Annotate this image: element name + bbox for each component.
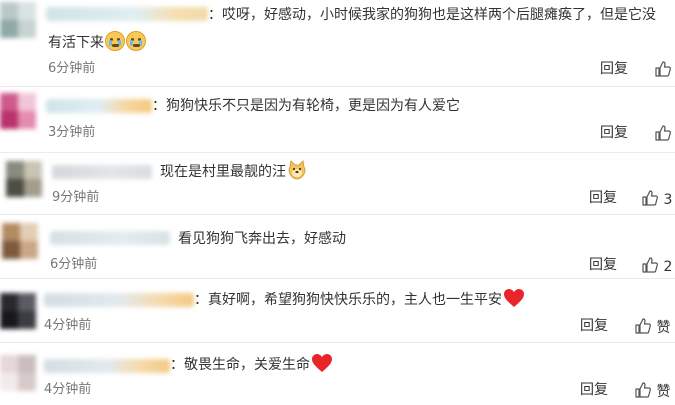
reply-button[interactable]: 回复 <box>580 318 608 334</box>
like-label: 赞 <box>656 320 671 336</box>
comment-text: ：哎呀，好感动，小时候我家的狗狗也是这样两个后腿瘫痪了，但是它没 <box>208 2 656 28</box>
comment-text-line: ：真好啊，希望狗狗快快乐乐的，主人也一生平安 <box>194 292 502 308</box>
timestamp: 4分钟前 <box>44 382 92 397</box>
like-button[interactable]: 2 <box>641 256 672 275</box>
comment-text: ：真好啊，希望狗狗快快乐乐的，主人也一生平安 <box>194 287 525 313</box>
avatar[interactable] <box>2 223 38 259</box>
avatar[interactable] <box>0 93 36 129</box>
comment-item: ：真好啊，希望狗狗快快乐乐的，主人也一生平安 4分钟前 回复 赞 <box>0 279 675 341</box>
doge-icon <box>288 160 306 180</box>
comment-text-line: 现在是村里最靓的汪 <box>160 164 286 180</box>
comment-text-line: ：哎呀，好感动，小时候我家的狗狗也是这样两个后腿瘫痪了，但是它没 <box>208 7 656 23</box>
reply-button[interactable]: 回复 <box>589 257 617 273</box>
comment-text: 看见狗狗飞奔出去，好感动 <box>178 226 346 252</box>
like-button[interactable]: 赞 <box>634 381 670 400</box>
comment-item: ：敬畏生命，关爱生命 4分钟前 回复 赞 <box>0 343 675 405</box>
comment-text-line: ：敬畏生命，关爱生命 <box>170 357 310 373</box>
timestamp: 3分钟前 <box>48 125 96 140</box>
reply-button[interactable]: 回复 <box>589 190 617 206</box>
timestamp: 6分钟前 <box>50 257 98 272</box>
thumbs-up-icon <box>635 382 651 398</box>
like-count: 2 <box>663 259 673 275</box>
crying-face-icon <box>105 31 125 51</box>
username-blurred[interactable] <box>46 99 152 113</box>
thumbs-up-icon <box>655 61 671 77</box>
comment-text: ：狗狗快乐不只是因为有轮椅，更是因为有人爱它 <box>152 93 460 119</box>
comment-text-line: 看见狗狗飞奔出去，好感动 <box>178 231 346 247</box>
like-label: 赞 <box>656 384 671 400</box>
comment-item: ：狗狗快乐不只是因为有轮椅，更是因为有人爱它 3分钟前 回复 <box>0 87 675 151</box>
username-blurred[interactable] <box>44 293 194 307</box>
reply-button[interactable]: 回复 <box>600 61 628 77</box>
thumbs-up-icon <box>635 318 651 334</box>
avatar[interactable] <box>0 355 36 391</box>
comment-item: 看见狗狗飞奔出去，好感动 6分钟前 回复 2 <box>0 215 675 277</box>
like-button[interactable]: 赞 <box>634 317 670 336</box>
avatar[interactable] <box>0 293 36 329</box>
like-button[interactable] <box>654 60 672 79</box>
like-button[interactable] <box>654 124 672 143</box>
comment-text-line: ：狗狗快乐不只是因为有轮椅，更是因为有人爱它 <box>152 98 460 114</box>
username-blurred[interactable] <box>44 359 170 373</box>
thumbs-up-icon <box>642 257 658 273</box>
like-button[interactable]: 3 <box>641 189 672 208</box>
avatar[interactable] <box>0 2 36 38</box>
timestamp: 4分钟前 <box>44 318 92 333</box>
heart-icon <box>504 289 524 307</box>
comment-item: 现在是村里最靓的汪 9分钟前 回复 3 <box>0 153 675 213</box>
comment-item: ：哎呀，好感动，小时候我家的狗狗也是这样两个后腿瘫痪了，但是它没 有活下来 6分… <box>0 0 675 86</box>
username-blurred[interactable] <box>52 165 152 179</box>
like-count: 3 <box>663 192 673 208</box>
thumbs-up-icon <box>655 125 671 141</box>
comment-text: ：敬畏生命，关爱生命 <box>170 352 333 378</box>
comment-text: 现在是村里最靓的汪 <box>160 159 307 185</box>
reply-button[interactable]: 回复 <box>580 382 608 398</box>
crying-face-icon <box>126 31 146 51</box>
username-blurred[interactable] <box>50 231 170 245</box>
avatar[interactable] <box>6 161 42 197</box>
comment-text-line: 有活下来 <box>48 35 104 51</box>
comment-text: 有活下来 <box>48 30 146 56</box>
reply-button[interactable]: 回复 <box>600 125 628 141</box>
thumbs-up-icon <box>642 190 658 206</box>
username-blurred[interactable] <box>46 7 208 21</box>
timestamp: 9分钟前 <box>52 190 100 205</box>
timestamp: 6分钟前 <box>48 61 96 76</box>
heart-icon <box>312 354 332 372</box>
